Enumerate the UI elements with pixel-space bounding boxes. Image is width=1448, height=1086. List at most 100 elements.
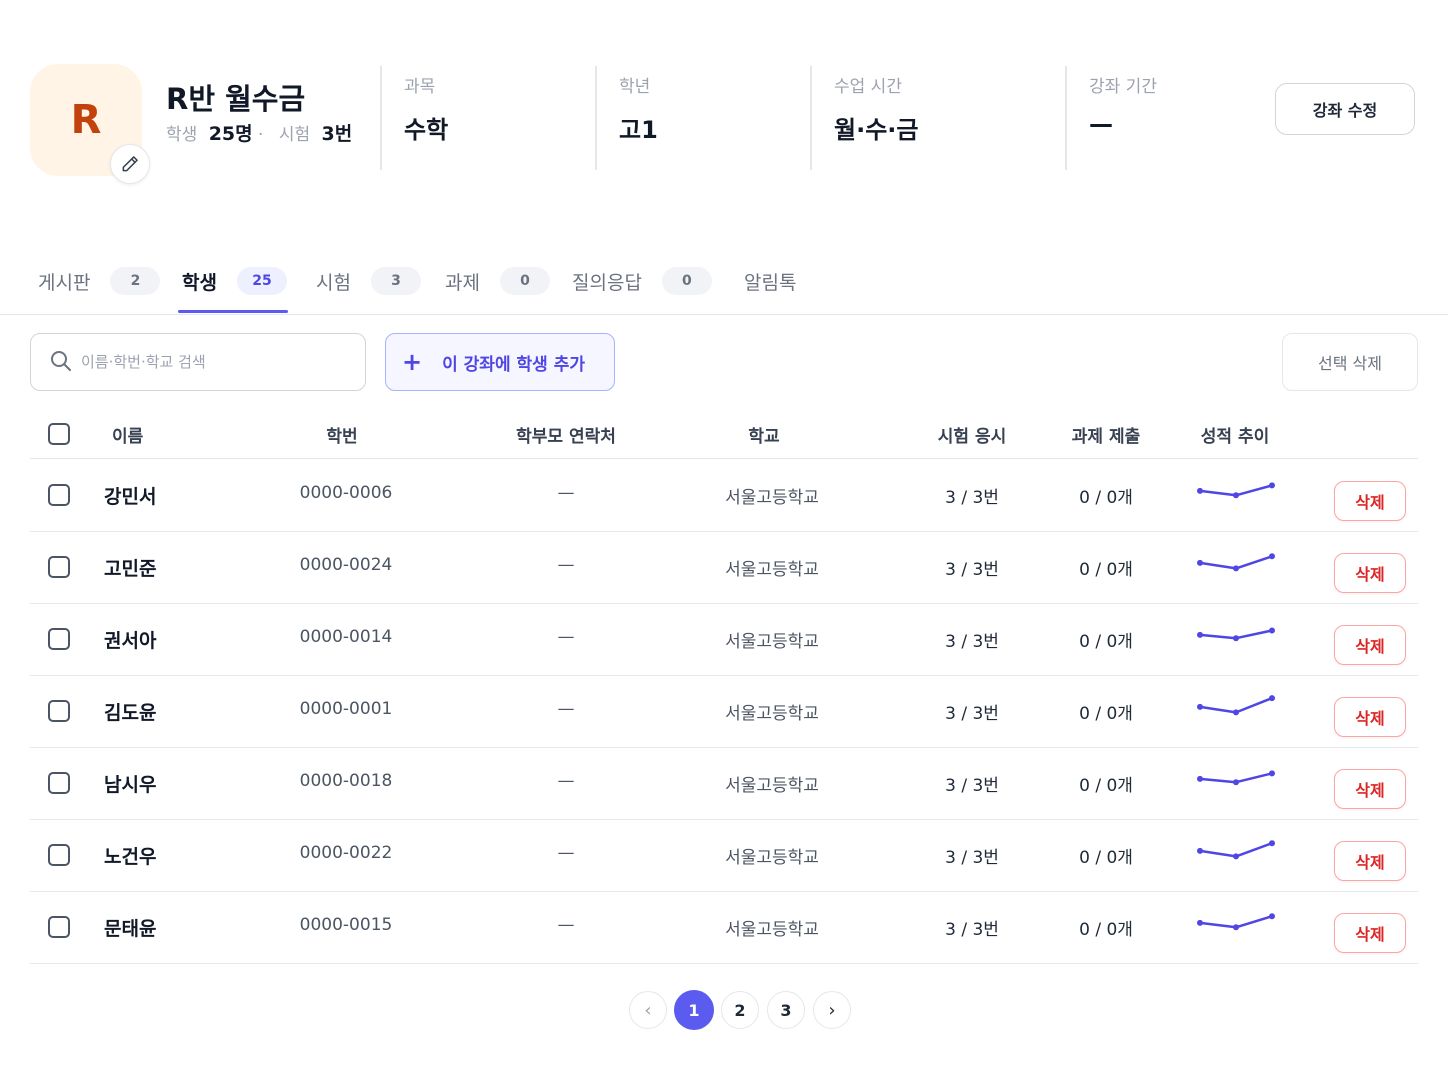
tab-label: 시험 (316, 271, 351, 294)
prev-page-button[interactable]: ‹ (629, 991, 667, 1029)
column-header-parent-contact: 학부모 연락처 (516, 427, 616, 447)
trend-point (1233, 709, 1239, 716)
parent-contact: — (557, 555, 575, 575)
row-checkbox[interactable] (48, 484, 70, 506)
assignment-submission: 0 / 0개 (1079, 920, 1133, 940)
row-checkbox[interactable] (48, 556, 70, 578)
edit-avatar-button[interactable] (110, 144, 150, 184)
page-button-3[interactable]: 3 (767, 991, 805, 1029)
row-checkbox[interactable] (48, 916, 70, 938)
student-name: 고민준 (104, 558, 157, 580)
parent-contact: — (557, 699, 575, 719)
tab-count-badge: 3 (370, 267, 421, 295)
tab-count-badge: 25 (236, 267, 287, 295)
parent-contact: — (557, 483, 575, 503)
students-label: 학생 (166, 125, 198, 145)
trend-point (1269, 913, 1275, 920)
tab-board[interactable]: 게시판 2 (38, 250, 161, 312)
trend-point (1197, 631, 1203, 638)
trend-point (1197, 559, 1203, 566)
student-id: 0000-0024 (299, 555, 393, 575)
info-label: 과목 (404, 77, 436, 97)
trend-point (1233, 779, 1239, 786)
student-id: 0000-0022 (299, 843, 393, 863)
school: 서울고등학교 (725, 488, 819, 508)
avatar-letter: R (70, 97, 102, 143)
trend-point (1197, 775, 1203, 782)
delete-row-button[interactable]: 삭제 (1334, 481, 1406, 521)
parent-contact: — (557, 915, 575, 935)
info-class-time: 수업 시간 월·수·금 (810, 66, 1052, 170)
tab-assignments[interactable]: 과제 0 (445, 250, 550, 312)
student-name: 노건우 (104, 846, 157, 868)
table-row: 강민서 0000-0006 — 서울고등학교 3 / 3번 0 / 0개 삭제 (30, 459, 1418, 532)
page-button-1[interactable]: 1 (674, 990, 714, 1030)
exam-attendance: 3 / 3번 (945, 632, 999, 652)
assignment-submission: 0 / 0개 (1079, 704, 1133, 724)
delete-row-button[interactable]: 삭제 (1334, 625, 1406, 665)
trend-point (1197, 847, 1203, 854)
assignment-submission: 0 / 0개 (1079, 488, 1133, 508)
row-checkbox[interactable] (48, 628, 70, 650)
table-row: 문태윤 0000-0015 — 서울고등학교 3 / 3번 0 / 0개 삭제 (30, 891, 1418, 964)
student-id: 0000-0014 (299, 627, 393, 647)
info-label: 학년 (619, 77, 651, 97)
trend-point (1197, 487, 1203, 494)
pencil-icon (122, 156, 138, 172)
edit-course-button[interactable]: 강좌 수정 (1275, 83, 1415, 135)
tab-qna[interactable]: 질의응답 0 (572, 250, 712, 312)
delete-selected-button[interactable]: 선택 삭제 (1282, 333, 1418, 391)
delete-row-button[interactable]: 삭제 (1334, 697, 1406, 737)
parent-contact: — (557, 843, 575, 863)
student-name: 권서아 (104, 630, 157, 652)
delete-row-button[interactable]: 삭제 (1334, 553, 1406, 593)
student-name: 강민서 (104, 486, 157, 508)
select-all-checkbox[interactable] (48, 423, 70, 445)
tab-label: 과제 (445, 271, 480, 294)
delete-row-button[interactable]: 삭제 (1334, 841, 1406, 881)
search-input[interactable] (79, 344, 353, 380)
grade-trend-sparkline (1197, 553, 1275, 572)
tab-notification-talk[interactable]: 알림톡 (744, 250, 796, 312)
add-student-button[interactable]: + 이 강좌에 학생 추가 (385, 333, 615, 391)
column-header-grade-trend: 성적 추이 (1200, 427, 1270, 447)
column-header-student-id: 학번 (326, 427, 358, 447)
tab-exams[interactable]: 시험 3 (316, 250, 421, 312)
trend-point (1197, 919, 1203, 926)
students-count: 25명 (208, 123, 253, 145)
page-button-2[interactable]: 2 (721, 991, 759, 1029)
info-grade: 학년 고1 (595, 66, 797, 170)
trend-point (1269, 482, 1275, 489)
assignment-submission: 0 / 0개 (1079, 560, 1133, 580)
summary-separator: · (258, 125, 264, 145)
delete-row-button[interactable]: 삭제 (1334, 913, 1406, 953)
trend-point (1269, 553, 1275, 560)
school: 서울고등학교 (725, 776, 819, 796)
table-row: 김도윤 0000-0001 — 서울고등학교 3 / 3번 0 / 0개 삭제 (30, 675, 1418, 748)
student-id: 0000-0015 (299, 915, 393, 935)
tab-label: 알림톡 (744, 271, 797, 294)
student-id: 0000-0001 (299, 699, 393, 719)
school: 서울고등학교 (725, 560, 819, 580)
exam-attendance: 3 / 3번 (945, 776, 999, 796)
delete-row-button[interactable]: 삭제 (1334, 769, 1406, 809)
table-row: 권서아 0000-0014 — 서울고등학교 3 / 3번 0 / 0개 삭제 (30, 603, 1418, 676)
grade-trend-sparkline (1197, 695, 1275, 716)
grade-trend-sparkline (1197, 482, 1275, 499)
student-search (30, 333, 366, 391)
tab-count-badge: 0 (661, 267, 712, 295)
grade-trend-sparkline (1197, 913, 1275, 931)
trend-point (1269, 695, 1275, 702)
school: 서울고등학교 (725, 848, 819, 868)
row-checkbox[interactable] (48, 772, 70, 794)
column-header-exams: 시험 응시 (937, 427, 1007, 447)
tab-count-badge: 2 (110, 267, 161, 295)
row-checkbox[interactable] (48, 844, 70, 866)
exam-attendance: 3 / 3번 (945, 848, 999, 868)
trend-point (1269, 627, 1275, 634)
tab-students[interactable]: 학생 25 (182, 250, 287, 312)
trend-point (1197, 703, 1203, 710)
row-checkbox[interactable] (48, 700, 70, 722)
next-page-button[interactable]: › (813, 991, 851, 1029)
info-value: 월·수·금 (834, 116, 919, 144)
